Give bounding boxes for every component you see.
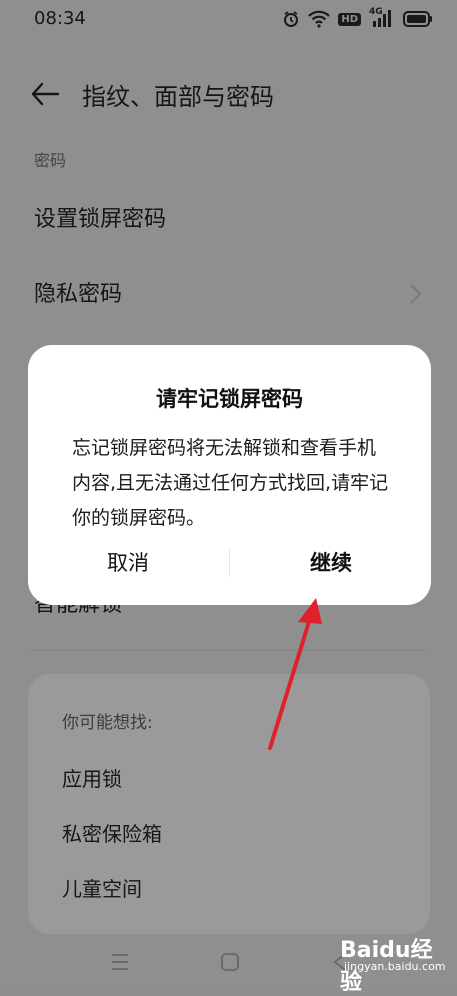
dialog-title: 请牢记锁屏密码: [156, 387, 303, 411]
dialog-message: 忘记锁屏密码将无法解锁和查看手机内容,且无法通过任何方式找回,请牢记你的锁屏密码…: [72, 437, 389, 529]
status-time: 08:34: [34, 8, 86, 29]
row-label: 设置锁屏密码: [34, 207, 167, 232]
status-icons: HD 4G: [282, 7, 433, 30]
cancel-button[interactable]: 取消: [33, 547, 223, 585]
divider: [28, 650, 428, 651]
watermark: Baidu经验 jingyan.baidu.com: [332, 932, 446, 995]
setting-row-lock-screen-password[interactable]: 设置锁屏密码: [34, 201, 424, 233]
battery-icon: [403, 11, 433, 27]
button-divider: [229, 549, 230, 577]
continue-button[interactable]: 继续: [236, 547, 426, 585]
annotation-arrow-icon: [260, 590, 330, 760]
watermark-url: jingyan.baidu.com: [344, 960, 446, 973]
page-header: 指纹、面部与密码: [0, 62, 457, 122]
status-bar: 08:34 HD 4G: [0, 0, 457, 38]
suggestions-title: 你可能想找:: [62, 713, 153, 733]
confirm-dialog: 请牢记锁屏密码 忘记锁屏密码将无法解锁和查看手机内容,且无法通过任何方式找回,请…: [28, 345, 431, 605]
home-icon[interactable]: [220, 952, 240, 976]
row-label: 隐私密码: [34, 282, 123, 307]
menu-icon[interactable]: [110, 952, 130, 976]
hd-badge-icon: HD: [338, 12, 361, 26]
back-arrow-icon[interactable]: [30, 80, 62, 108]
suggestions-card: 你可能想找: 应用锁 私密保险箱 儿童空间: [28, 674, 430, 934]
signal-icon: 4G: [369, 7, 395, 29]
alarm-icon: [282, 10, 300, 28]
chevron-right-icon: [408, 283, 424, 305]
setting-row-privacy-password[interactable]: 隐私密码: [34, 276, 424, 308]
page-title: 指纹、面部与密码: [82, 83, 274, 111]
settings-screen: 08:34 HD 4G 指纹、面部与密码 密码 设置锁屏密码 隐私密码 你可能想…: [0, 0, 457, 995]
suggestion-item-app-lock[interactable]: 应用锁: [62, 763, 122, 792]
section-title-password: 密码: [34, 151, 67, 170]
suggestion-item-private-safe[interactable]: 私密保险箱: [62, 818, 162, 847]
suggestion-item-kids-space[interactable]: 儿童空间: [62, 873, 142, 902]
wifi-icon: [308, 10, 331, 28]
